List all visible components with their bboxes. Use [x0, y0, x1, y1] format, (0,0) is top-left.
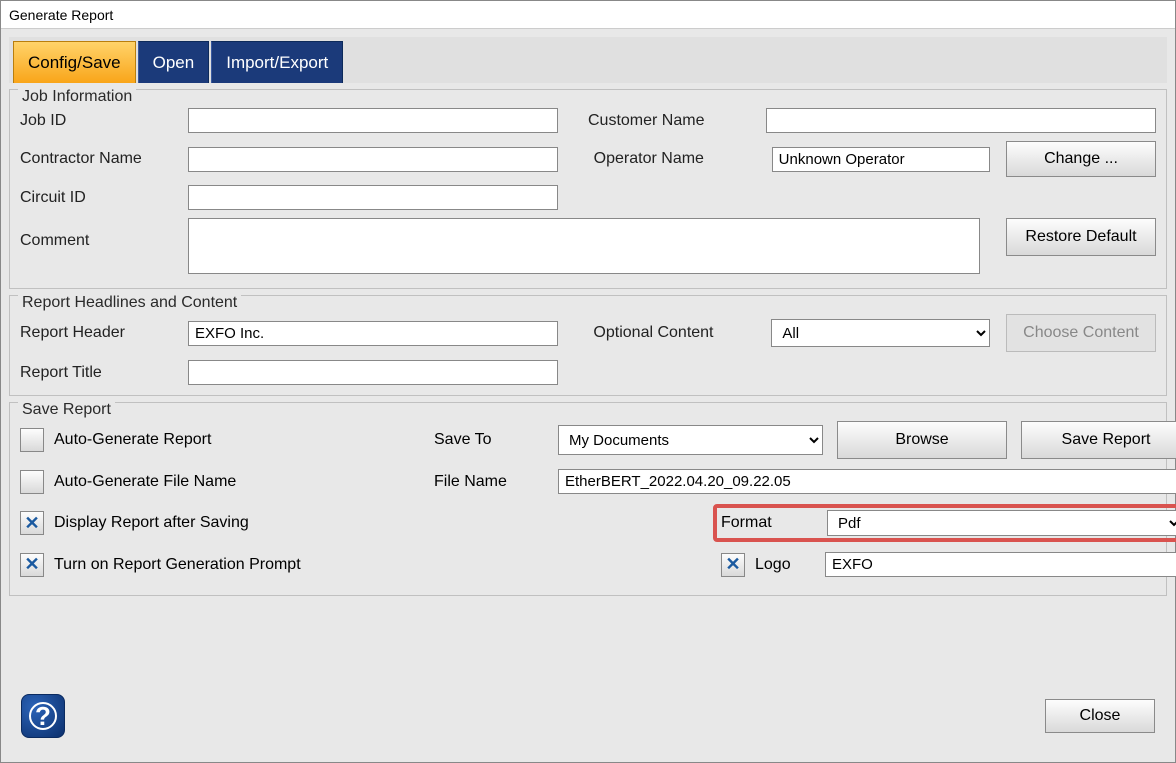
restore-default-button[interactable]: Restore Default	[1006, 218, 1156, 256]
help-button[interactable]: ?	[21, 694, 65, 738]
label-auto-generate-report: Auto-Generate Report	[54, 431, 211, 449]
legend-save-report: Save Report	[18, 401, 115, 419]
label-display-after-saving: Display Report after Saving	[54, 514, 249, 532]
label-logo: Logo	[755, 556, 815, 574]
label-circuit-id: Circuit ID	[20, 189, 180, 207]
checkbox-auto-generate-report[interactable]	[20, 428, 44, 452]
group-report-headlines: Report Headlines and Content Report Head…	[9, 295, 1167, 396]
input-file-name[interactable]	[558, 469, 1176, 494]
bottom-bar: ? Close	[9, 684, 1167, 754]
select-optional-content[interactable]: All	[771, 319, 990, 347]
choose-content-button: Choose Content	[1006, 314, 1156, 352]
label-auto-generate-filename: Auto-Generate File Name	[54, 473, 236, 491]
input-contractor-name[interactable]	[188, 147, 558, 172]
tab-config-save[interactable]: Config/Save	[13, 41, 136, 83]
label-save-to: Save To	[434, 431, 544, 449]
input-customer-name[interactable]	[766, 108, 1156, 133]
save-report-button[interactable]: Save Report	[1021, 421, 1176, 459]
browse-button[interactable]: Browse	[837, 421, 1007, 459]
input-report-header[interactable]	[188, 321, 558, 346]
group-save-report: Save Report Auto-Generate Report Save To…	[9, 402, 1167, 596]
change-operator-button[interactable]: Change ...	[1006, 141, 1156, 177]
select-save-to[interactable]: My Documents	[558, 425, 823, 455]
input-circuit-id[interactable]	[188, 185, 558, 210]
select-format[interactable]: Pdf	[827, 510, 1176, 536]
checkbox-display-after-saving[interactable]	[20, 511, 44, 535]
legend-job-information: Job Information	[18, 88, 136, 106]
label-report-header: Report Header	[20, 324, 180, 342]
label-comment: Comment	[20, 218, 180, 250]
window-title: Generate Report	[1, 1, 1175, 29]
tab-open[interactable]: Open	[138, 41, 210, 83]
input-job-id[interactable]	[188, 108, 558, 133]
checkbox-auto-generate-filename[interactable]	[20, 470, 44, 494]
tabstrip: Config/Save Open Import/Export	[9, 37, 1167, 83]
input-operator-name	[772, 147, 990, 172]
label-contractor-name: Contractor Name	[20, 150, 180, 168]
checkbox-turn-on-prompt[interactable]	[20, 553, 44, 577]
label-customer-name: Customer Name	[588, 112, 758, 130]
close-button[interactable]: Close	[1045, 699, 1155, 733]
group-job-information: Job Information Job ID Customer Name Con…	[9, 89, 1167, 289]
help-icon: ?	[29, 702, 57, 730]
label-turn-on-prompt: Turn on Report Generation Prompt	[54, 556, 301, 574]
input-logo	[825, 552, 1176, 577]
label-report-title: Report Title	[20, 364, 180, 382]
label-job-id: Job ID	[20, 112, 180, 130]
highlight-format-row: Format Pdf	[713, 504, 1176, 542]
label-file-name: File Name	[434, 473, 544, 491]
legend-report-headlines: Report Headlines and Content	[18, 294, 241, 312]
checkbox-logo[interactable]	[721, 553, 745, 577]
textarea-comment[interactable]	[188, 218, 980, 274]
label-operator-name: Operator Name	[594, 150, 764, 168]
label-optional-content: Optional Content	[593, 324, 763, 342]
input-report-title[interactable]	[188, 360, 558, 385]
tab-import-export[interactable]: Import/Export	[211, 41, 343, 83]
label-format: Format	[721, 514, 809, 532]
